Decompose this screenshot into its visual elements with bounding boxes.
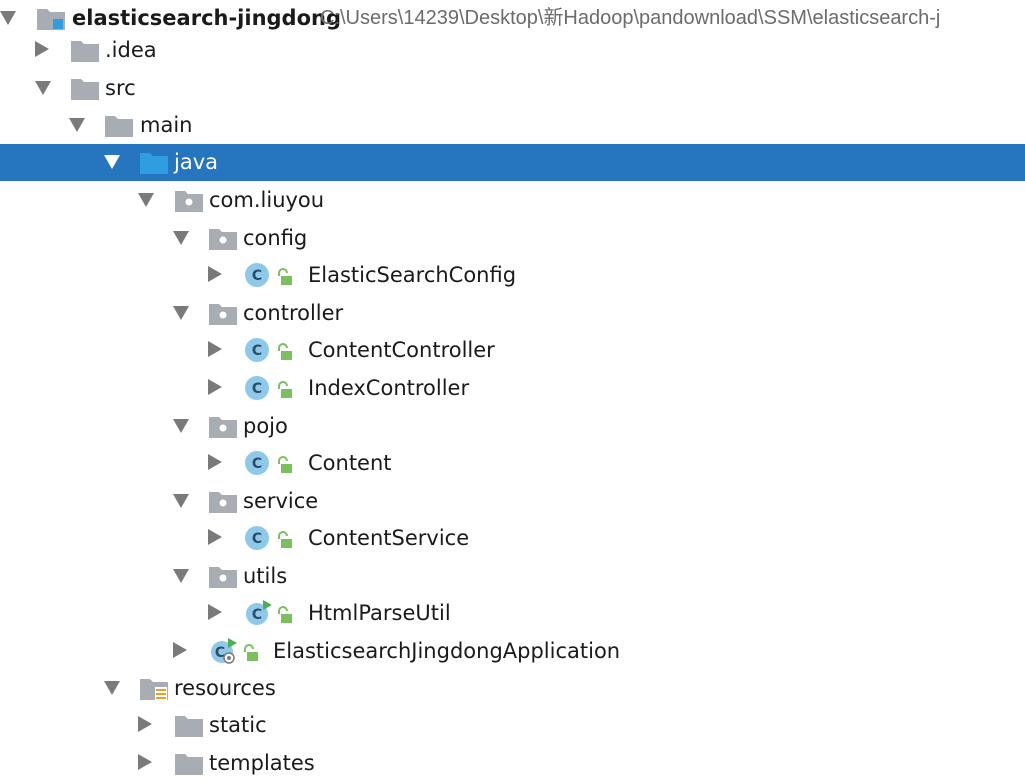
tree-label: pojo bbox=[243, 414, 288, 438]
lock-icon bbox=[276, 342, 292, 360]
svg-text:C: C bbox=[252, 381, 262, 397]
tree-row-application[interactable]: C ElasticsearchJingdongApplication bbox=[0, 633, 1025, 670]
project-tree: elasticsearch-jingdong C:\Users\14239\De… bbox=[0, 0, 1025, 783]
spring-boot-class-icon: C bbox=[208, 638, 238, 664]
tree-label: utils bbox=[243, 564, 288, 588]
tree-label: elasticsearch-jingdong bbox=[72, 6, 342, 30]
tree-row-indexcontroller[interactable]: C IndexController bbox=[0, 370, 1025, 407]
package-icon bbox=[208, 413, 238, 439]
expand-arrow-icon[interactable] bbox=[173, 419, 189, 433]
tree-row-config[interactable]: config bbox=[0, 220, 1025, 257]
class-icon: C bbox=[243, 450, 273, 476]
lock-icon bbox=[242, 643, 258, 661]
tree-row-service[interactable]: service bbox=[0, 483, 1025, 520]
collapse-arrow-icon[interactable] bbox=[208, 379, 222, 395]
resources-folder-icon bbox=[139, 675, 169, 701]
collapse-arrow-icon[interactable] bbox=[173, 642, 187, 658]
package-icon bbox=[208, 225, 238, 251]
collapse-arrow-icon[interactable] bbox=[208, 529, 222, 545]
tree-label: config bbox=[243, 226, 308, 250]
expand-arrow-icon[interactable] bbox=[173, 231, 189, 245]
project-folder-icon bbox=[36, 5, 66, 31]
lock-icon bbox=[276, 267, 292, 285]
class-icon: C bbox=[243, 525, 273, 551]
svg-text:C: C bbox=[252, 607, 262, 623]
tree-row-controller[interactable]: controller bbox=[0, 295, 1025, 332]
expand-arrow-icon[interactable] bbox=[173, 494, 189, 508]
tree-row-static[interactable]: static bbox=[0, 707, 1025, 744]
folder-icon bbox=[104, 112, 134, 138]
expand-arrow-icon[interactable] bbox=[69, 118, 85, 132]
tree-row-com-liuyou[interactable]: com.liuyou bbox=[0, 182, 1025, 219]
expand-arrow-icon[interactable] bbox=[138, 193, 154, 207]
tree-row-templates[interactable]: templates bbox=[0, 745, 1025, 782]
package-icon bbox=[174, 187, 204, 213]
folder-icon bbox=[70, 75, 100, 101]
tree-row-resources[interactable]: resources bbox=[0, 670, 1025, 707]
folder-icon bbox=[174, 750, 204, 776]
tree-row-idea[interactable]: .idea bbox=[0, 32, 1025, 69]
tree-label: main bbox=[140, 113, 193, 137]
tree-row-elasticsearchconfig[interactable]: C ElasticSearchConfig bbox=[0, 257, 1025, 294]
tree-row-contentcontroller[interactable]: C ContentController bbox=[0, 332, 1025, 369]
expand-arrow-icon[interactable] bbox=[173, 306, 189, 320]
runnable-class-icon: C bbox=[243, 600, 273, 626]
tree-label: IndexController bbox=[308, 376, 470, 400]
tree-row-java[interactable]: java bbox=[0, 144, 1025, 181]
lock-icon bbox=[276, 605, 292, 623]
svg-text:C: C bbox=[252, 456, 262, 472]
tree-row-src[interactable]: src bbox=[0, 70, 1025, 107]
package-icon bbox=[208, 488, 238, 514]
collapse-arrow-icon[interactable] bbox=[138, 754, 152, 770]
collapse-arrow-icon[interactable] bbox=[208, 604, 222, 620]
expand-arrow-icon[interactable] bbox=[35, 81, 51, 95]
class-icon: C bbox=[243, 337, 273, 363]
tree-label: ContentController bbox=[308, 338, 495, 362]
tree-label: templates bbox=[209, 751, 315, 775]
tree-row-content[interactable]: C Content bbox=[0, 445, 1025, 482]
tree-label: com.liuyou bbox=[209, 188, 325, 212]
package-icon bbox=[208, 300, 238, 326]
collapse-arrow-icon[interactable] bbox=[35, 41, 49, 57]
tree-label: .idea bbox=[105, 38, 157, 62]
expand-arrow-icon[interactable] bbox=[104, 681, 120, 695]
lock-icon bbox=[276, 530, 292, 548]
tree-label: Content bbox=[308, 451, 392, 475]
tree-label: service bbox=[243, 489, 319, 513]
expand-arrow-icon[interactable] bbox=[173, 569, 189, 583]
tree-label: static bbox=[209, 713, 267, 737]
svg-text:C: C bbox=[252, 343, 262, 359]
tree-row-utils[interactable]: utils bbox=[0, 558, 1025, 595]
folder-icon bbox=[70, 37, 100, 63]
tree-label: ContentService bbox=[308, 526, 470, 550]
class-icon: C bbox=[243, 262, 273, 288]
tree-label: controller bbox=[243, 301, 344, 325]
tree-row-contentservice[interactable]: C ContentService bbox=[0, 520, 1025, 557]
tree-row-htmlparseutil[interactable]: C HtmlParseUtil bbox=[0, 595, 1025, 632]
lock-icon bbox=[276, 380, 292, 398]
svg-text:C: C bbox=[252, 531, 262, 547]
tree-row-pojo[interactable]: pojo bbox=[0, 408, 1025, 445]
lock-icon bbox=[276, 455, 292, 473]
tree-label: java bbox=[174, 150, 218, 174]
tree-label: ElasticsearchJingdongApplication bbox=[273, 639, 621, 663]
package-icon bbox=[208, 563, 238, 589]
collapse-arrow-icon[interactable] bbox=[208, 266, 222, 282]
expand-arrow-icon[interactable] bbox=[0, 11, 16, 25]
svg-text:C: C bbox=[252, 268, 262, 284]
collapse-arrow-icon[interactable] bbox=[138, 716, 152, 732]
tree-label: HtmlParseUtil bbox=[308, 601, 451, 625]
tree-label: ElasticSearchConfig bbox=[308, 263, 517, 287]
class-icon: C bbox=[243, 375, 273, 401]
folder-icon bbox=[174, 712, 204, 738]
collapse-arrow-icon[interactable] bbox=[208, 341, 222, 357]
tree-row-main[interactable]: main bbox=[0, 107, 1025, 144]
tree-label: src bbox=[105, 76, 136, 100]
tree-label: resources bbox=[174, 676, 276, 700]
project-path: C:\Users\14239\Desktop\新Hadoop\pandownlo… bbox=[320, 7, 941, 29]
collapse-arrow-icon[interactable] bbox=[208, 454, 222, 470]
expand-arrow-icon[interactable] bbox=[104, 155, 120, 169]
source-folder-icon bbox=[139, 149, 169, 175]
